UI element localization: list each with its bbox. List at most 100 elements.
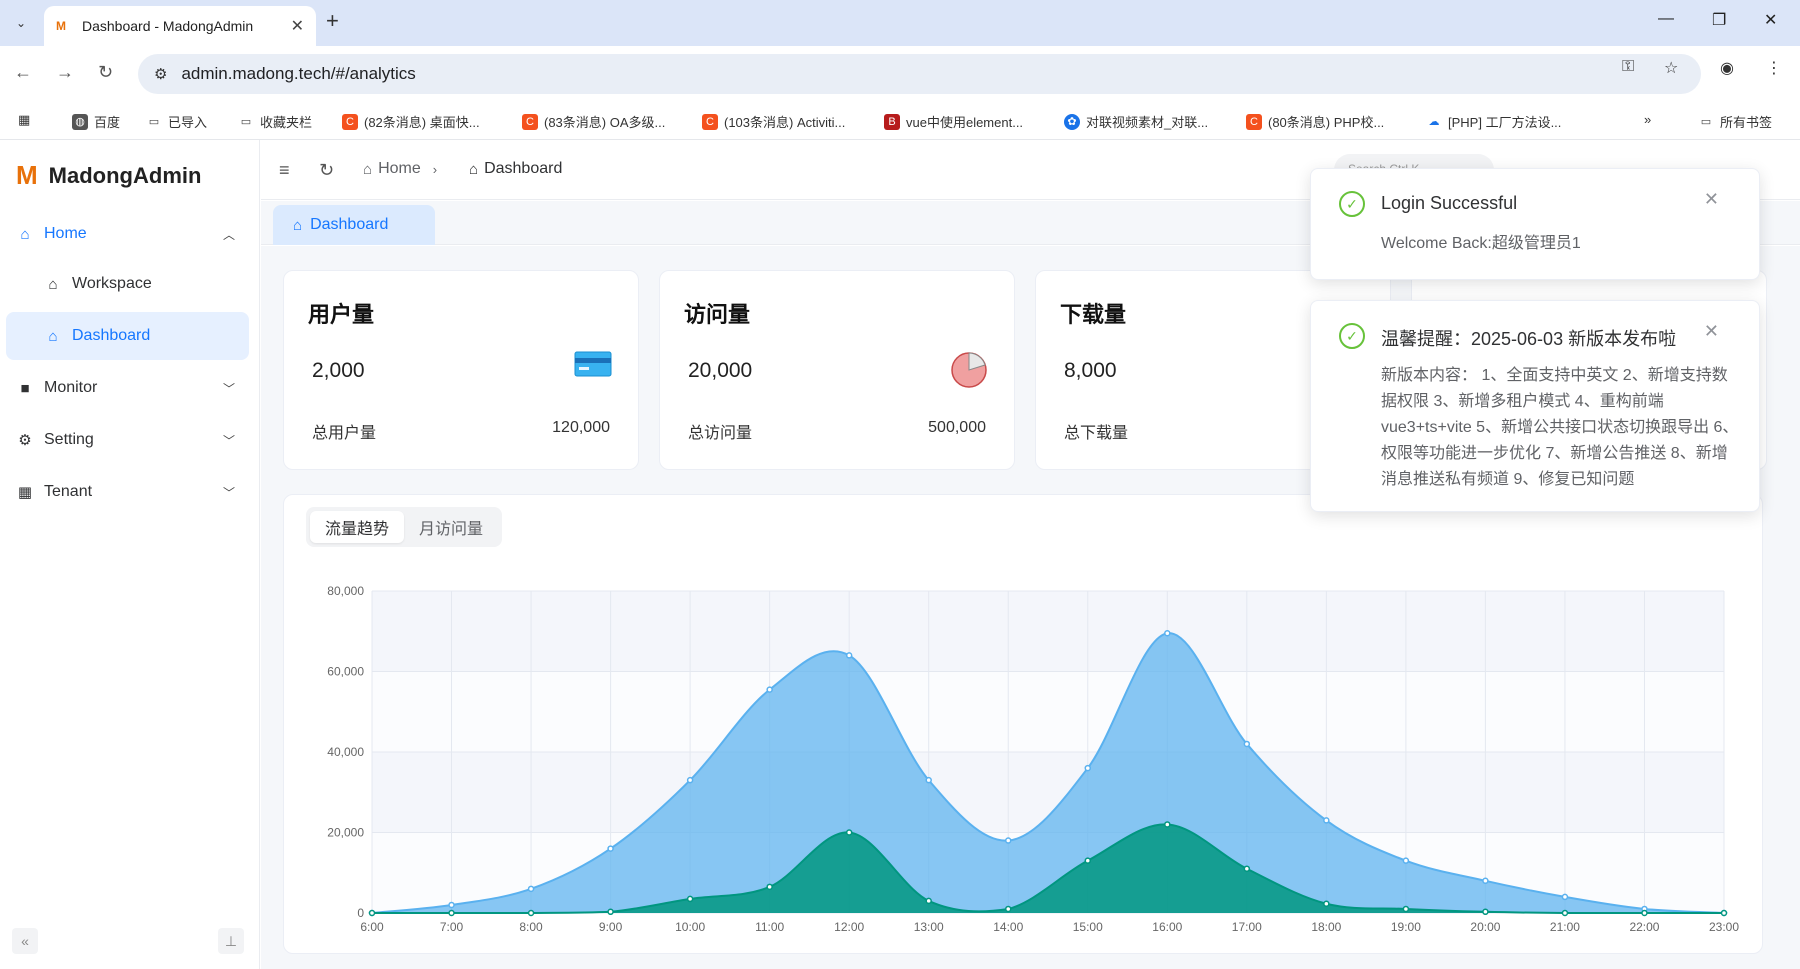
collapse-sidebar-icon[interactable]: « bbox=[12, 928, 38, 954]
browser-tabstrip: ⌄ M Dashboard - MadongAdmin ✕ + — ❐ ✕ bbox=[0, 0, 1800, 46]
stat-card-visits: 访问量 20,000 总访问量 500,000 bbox=[659, 270, 1015, 470]
menu-home[interactable]: ⌂ Home ︿ bbox=[6, 210, 249, 258]
x-tick-label: 12:00 bbox=[834, 920, 864, 934]
x-tick-label: 22:00 bbox=[1629, 920, 1659, 934]
data-point bbox=[1482, 908, 1489, 916]
menu-setting[interactable]: ⚙ Setting ﹀ bbox=[6, 416, 249, 464]
site-info-icon[interactable]: ⚙ bbox=[154, 65, 167, 83]
breadcrumb-dashboard[interactable]: ⌂ Dashboard bbox=[469, 160, 562, 178]
notification-title: 温馨提醒：2025-06-03 新版本发布啦 bbox=[1381, 329, 1677, 349]
card-value: 8,000 bbox=[1064, 359, 1117, 382]
data-point bbox=[1164, 630, 1171, 637]
card-value: 20,000 bbox=[688, 359, 753, 382]
card-sub-label: 总下载量 bbox=[1064, 425, 1129, 442]
restore-button[interactable]: ❐ bbox=[1712, 10, 1726, 30]
menu-workspace[interactable]: ⌂ Workspace bbox=[6, 260, 249, 308]
apps-grid-icon[interactable]: ▦ bbox=[18, 112, 30, 128]
chevron-up-icon: ︿ bbox=[222, 227, 235, 242]
browser-tab[interactable]: M Dashboard - MadongAdmin ✕ bbox=[44, 6, 316, 46]
x-tick-label: 6:00 bbox=[360, 920, 384, 934]
x-tick-label: 15:00 bbox=[1073, 920, 1103, 934]
x-tick-label: 17:00 bbox=[1232, 920, 1262, 934]
back-icon[interactable]: ← bbox=[14, 62, 32, 83]
bookmarks-overflow[interactable]: » bbox=[1644, 112, 1651, 127]
password-key-icon[interactable]: ⚿ bbox=[1622, 58, 1634, 76]
bookmark-star-icon[interactable]: ☆ bbox=[1664, 58, 1678, 78]
video-camera-icon: ■ bbox=[20, 379, 30, 397]
data-point bbox=[1004, 837, 1012, 844]
close-window-button[interactable]: ✕ bbox=[1764, 10, 1777, 30]
data-point bbox=[1323, 817, 1330, 824]
x-tick-label: 19:00 bbox=[1391, 920, 1421, 934]
x-tick-label: 18:00 bbox=[1311, 920, 1341, 934]
data-point bbox=[1004, 905, 1012, 913]
tag-tab-dashboard[interactable]: ⌂ Dashboard bbox=[273, 205, 435, 245]
card-title: 访问量 bbox=[684, 302, 751, 327]
chart-card: 流量趋势 月访问量 0 20,000 40,000 60,000 80,000 6:00 7… bbox=[283, 494, 1763, 954]
new-tab-button[interactable]: + bbox=[326, 8, 339, 34]
menu-dashboard[interactable]: ⌂ Dashboard bbox=[6, 312, 249, 360]
menu-kebab-icon[interactable]: ⋮ bbox=[1766, 58, 1782, 78]
bookmark-item[interactable]: C (103条消息) Activiti... bbox=[702, 112, 845, 131]
chevron-down-icon: ﹀ bbox=[222, 381, 235, 396]
breadcrumb-home[interactable]: ⌂ Home › bbox=[363, 160, 437, 178]
data-point bbox=[448, 909, 455, 917]
data-point bbox=[1243, 740, 1251, 748]
tab-search-button[interactable]: ⌄ bbox=[8, 10, 34, 36]
y-tick-label: 60,000 bbox=[327, 665, 364, 679]
folder-icon: ▭ bbox=[1700, 115, 1712, 128]
bookmark-item[interactable]: ✿ 对联视频素材_对联... bbox=[1064, 112, 1208, 131]
notification-login: ✓ Login Successful ✕ Welcome Back:超级管理员1 bbox=[1310, 168, 1760, 280]
bookmarks-bar: ▦ ◍ 百度 ▭ 已导入 ▭ 收藏夹栏 C (82条消息) 桌面快... C (83条消息… bbox=[0, 102, 1800, 140]
browser-toolbar: ← → ↻ ⚙ admin.madong.tech/#/analytics ⚿ … bbox=[0, 46, 1800, 102]
bookmark-item[interactable]: ☁ [PHP] 工厂方法设... bbox=[1426, 112, 1562, 131]
profile-icon[interactable]: ◉ bbox=[1720, 58, 1734, 78]
credit-card-icon bbox=[574, 351, 612, 382]
x-tick-label: 13:00 bbox=[914, 920, 944, 934]
data-point bbox=[607, 845, 614, 852]
brand-name: MadongAdmin bbox=[48, 162, 202, 188]
data-point bbox=[1561, 909, 1569, 917]
minimize-button[interactable]: — bbox=[1658, 10, 1674, 28]
madong-logo-icon: M bbox=[16, 160, 38, 190]
csdn-icon: C bbox=[1246, 113, 1262, 130]
menu-tenant[interactable]: ▦ Tenant ﹀ bbox=[6, 468, 249, 516]
reload-icon[interactable]: ↻ bbox=[98, 62, 113, 83]
bookmark-folder[interactable]: ▭ 已导入 bbox=[146, 112, 207, 131]
data-point bbox=[1084, 764, 1092, 772]
data-point bbox=[1402, 905, 1410, 913]
home-icon: ⌂ bbox=[20, 225, 30, 243]
pin-icon[interactable]: ⊥ bbox=[218, 928, 244, 954]
menu-monitor[interactable]: ■ Monitor ﹀ bbox=[6, 364, 249, 412]
tab-close-icon[interactable]: ✕ bbox=[291, 16, 304, 36]
bookmark-item[interactable]: C (82条消息) 桌面快... bbox=[342, 112, 480, 131]
data-point bbox=[1084, 857, 1092, 864]
data-point bbox=[527, 909, 535, 917]
home-icon: ⌂ bbox=[293, 216, 303, 234]
refresh-icon[interactable]: ↻ bbox=[319, 160, 334, 181]
bookmark-item[interactable]: Bvue中使用element... bbox=[884, 112, 1023, 131]
data-point bbox=[1720, 909, 1728, 917]
data-point bbox=[368, 909, 376, 917]
x-tick-label: 16:00 bbox=[1152, 920, 1182, 934]
bookmark-item[interactable]: C (80条消息) PHP校... bbox=[1246, 112, 1384, 131]
check-circle-icon: ✓ bbox=[1339, 191, 1365, 217]
close-icon[interactable]: ✕ bbox=[1704, 321, 1719, 342]
bookmark-folder[interactable]: ▭ 收藏夹栏 bbox=[238, 112, 312, 131]
menu-toggle-icon[interactable]: ≡ bbox=[279, 160, 290, 181]
data-point bbox=[925, 776, 932, 784]
close-icon[interactable]: ✕ bbox=[1704, 189, 1719, 210]
data-point bbox=[1323, 900, 1330, 907]
notification-release: ✓ 温馨提醒：2025-06-03 新版本发布啦 ✕ 新版本内容： 1、全面支持… bbox=[1310, 300, 1760, 512]
bookmark-item[interactable]: ◍ 百度 bbox=[72, 112, 120, 131]
address-bar[interactable]: ⚙ admin.madong.tech/#/analytics bbox=[138, 54, 1701, 94]
csdn-icon: C bbox=[342, 113, 358, 130]
card-sub-value: 500,000 bbox=[928, 419, 986, 436]
all-bookmarks[interactable]: ▭ 所有书签 bbox=[1698, 112, 1772, 131]
x-tick-label: 20:00 bbox=[1470, 920, 1500, 934]
sidebar: M MadongAdmin ⌂ Home ︿ ⌂ Workspace ⌂ Das… bbox=[0, 140, 260, 969]
forward-icon[interactable]: → bbox=[56, 62, 74, 83]
logo[interactable]: M MadongAdmin bbox=[16, 160, 201, 191]
bookmark-item[interactable]: C (83条消息) OA多级... bbox=[522, 112, 665, 131]
cloud-icon: ☁ bbox=[1428, 115, 1440, 128]
